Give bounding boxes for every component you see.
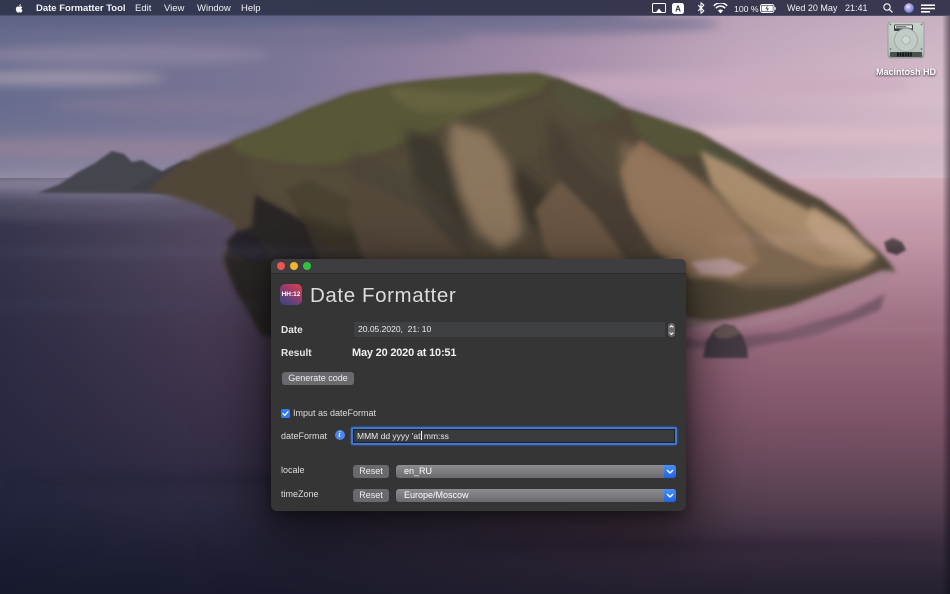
svg-text:A: A (675, 4, 681, 13)
